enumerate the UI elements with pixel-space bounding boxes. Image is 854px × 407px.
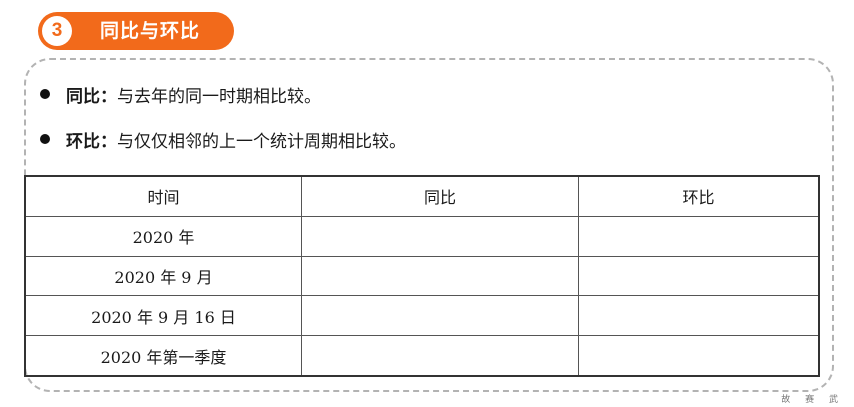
bullet-term: 环比 bbox=[66, 131, 100, 152]
header-tongbi: 同比 bbox=[301, 177, 579, 217]
cell-time: 2020 年第一季度 bbox=[26, 335, 302, 375]
bullet-huanbi: 环比 ： 与仅仅相邻的上一个统计周期相比较。 bbox=[40, 126, 406, 152]
cell-time: 2020 年 9 月 bbox=[26, 255, 302, 297]
comparison-table: 时间 同比 环比 2020 年 2020 年 9 月 2020 年 9 月 16… bbox=[24, 175, 820, 377]
bullet-dot-icon bbox=[40, 89, 50, 99]
bullet-colon: ： bbox=[100, 131, 117, 152]
cell-huanbi[interactable] bbox=[578, 255, 818, 297]
table-row: 2020 年 bbox=[26, 215, 818, 257]
cell-huanbi[interactable] bbox=[578, 295, 818, 337]
bullet-tongbi: 同比 ： 与去年的同一时期相比较。 bbox=[40, 81, 321, 107]
header-time: 时间 bbox=[26, 177, 302, 217]
bullet-colon: ： bbox=[100, 86, 117, 107]
bullet-text: 与去年的同一时期相比较。 bbox=[117, 86, 321, 107]
footer-watermark: 故 赛 武 bbox=[781, 395, 844, 405]
cell-tongbi[interactable] bbox=[301, 215, 579, 257]
cell-tongbi[interactable] bbox=[301, 255, 579, 297]
cell-time: 2020 年 9 月 16 日 bbox=[26, 295, 302, 337]
section-number-badge: 3 bbox=[42, 16, 72, 46]
table-header-row: 时间 同比 环比 bbox=[26, 177, 818, 217]
section-title: 同比与环比 bbox=[100, 20, 201, 42]
cell-time: 2020 年 bbox=[26, 215, 302, 257]
header-huanbi: 环比 bbox=[578, 177, 818, 217]
bullet-dot-icon bbox=[40, 134, 50, 144]
cell-tongbi[interactable] bbox=[301, 295, 579, 337]
cell-huanbi[interactable] bbox=[578, 215, 818, 257]
table-row: 2020 年第一季度 bbox=[26, 335, 818, 375]
cell-tongbi[interactable] bbox=[301, 335, 579, 375]
table-row: 2020 年 9 月 16 日 bbox=[26, 295, 818, 337]
cell-huanbi[interactable] bbox=[578, 335, 818, 375]
bullet-term: 同比 bbox=[66, 86, 100, 107]
bullet-text: 与仅仅相邻的上一个统计周期相比较。 bbox=[117, 131, 406, 152]
table-row: 2020 年 9 月 bbox=[26, 255, 818, 297]
section-header: 3 同比与环比 bbox=[38, 12, 234, 50]
